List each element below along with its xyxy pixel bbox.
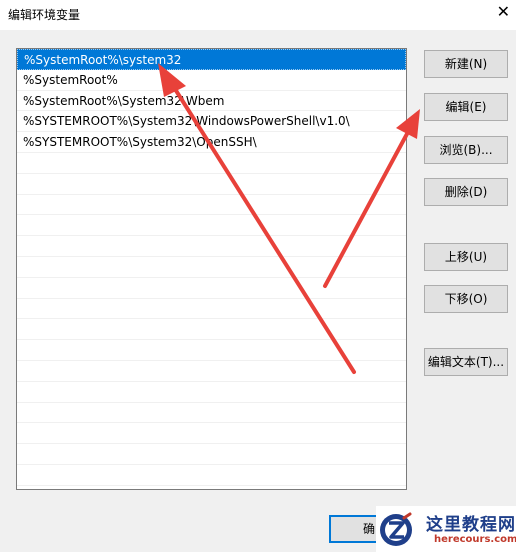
watermark-url: herecours.com [434, 534, 516, 545]
close-icon[interactable]: ✕ [497, 3, 510, 21]
empty-row[interactable] [17, 465, 406, 486]
edit-text-button[interactable]: 编辑文本(T)... [424, 348, 508, 376]
empty-row[interactable] [17, 340, 406, 361]
path-item[interactable]: %SYSTEMROOT%\System32\OpenSSH\ [17, 132, 406, 153]
empty-row[interactable] [17, 174, 406, 195]
empty-row[interactable] [17, 278, 406, 299]
move-down-button[interactable]: 下移(O) [424, 285, 508, 313]
path-item[interactable]: %SystemRoot%\System32\Wbem [17, 91, 406, 112]
empty-row[interactable] [17, 215, 406, 237]
title-bar: 编辑环境变量 ✕ [0, 0, 516, 30]
delete-button[interactable]: 删除(D) [424, 178, 508, 206]
empty-row[interactable] [17, 382, 406, 403]
window-title: 编辑环境变量 [8, 8, 81, 22]
path-item[interactable]: %SystemRoot%\system32 [17, 49, 406, 70]
new-button[interactable]: 新建(N) [424, 50, 508, 78]
edit-button[interactable]: 编辑(E) [424, 93, 508, 121]
browse-button[interactable]: 浏览(B)... [424, 136, 508, 164]
empty-row[interactable] [17, 195, 406, 216]
empty-row[interactable] [17, 423, 406, 445]
empty-row[interactable] [17, 236, 406, 257]
watermark: 这里教程网 herecours.com [376, 506, 516, 552]
empty-row[interactable] [17, 403, 406, 424]
site-logo-icon [380, 512, 412, 546]
move-up-button[interactable]: 上移(U) [424, 243, 508, 271]
empty-row[interactable] [17, 257, 406, 278]
path-item[interactable]: %SystemRoot% [17, 70, 406, 91]
path-list[interactable]: %SystemRoot%\system32 %SystemRoot% %Syst… [16, 48, 407, 490]
empty-row[interactable] [17, 361, 406, 382]
path-item[interactable]: %SYSTEMROOT%\System32\WindowsPowerShell\… [17, 111, 406, 133]
empty-row[interactable] [17, 153, 406, 174]
watermark-title: 这里教程网 [426, 515, 516, 535]
empty-row[interactable] [17, 299, 406, 320]
empty-row[interactable] [17, 444, 406, 465]
empty-row[interactable] [17, 319, 406, 341]
